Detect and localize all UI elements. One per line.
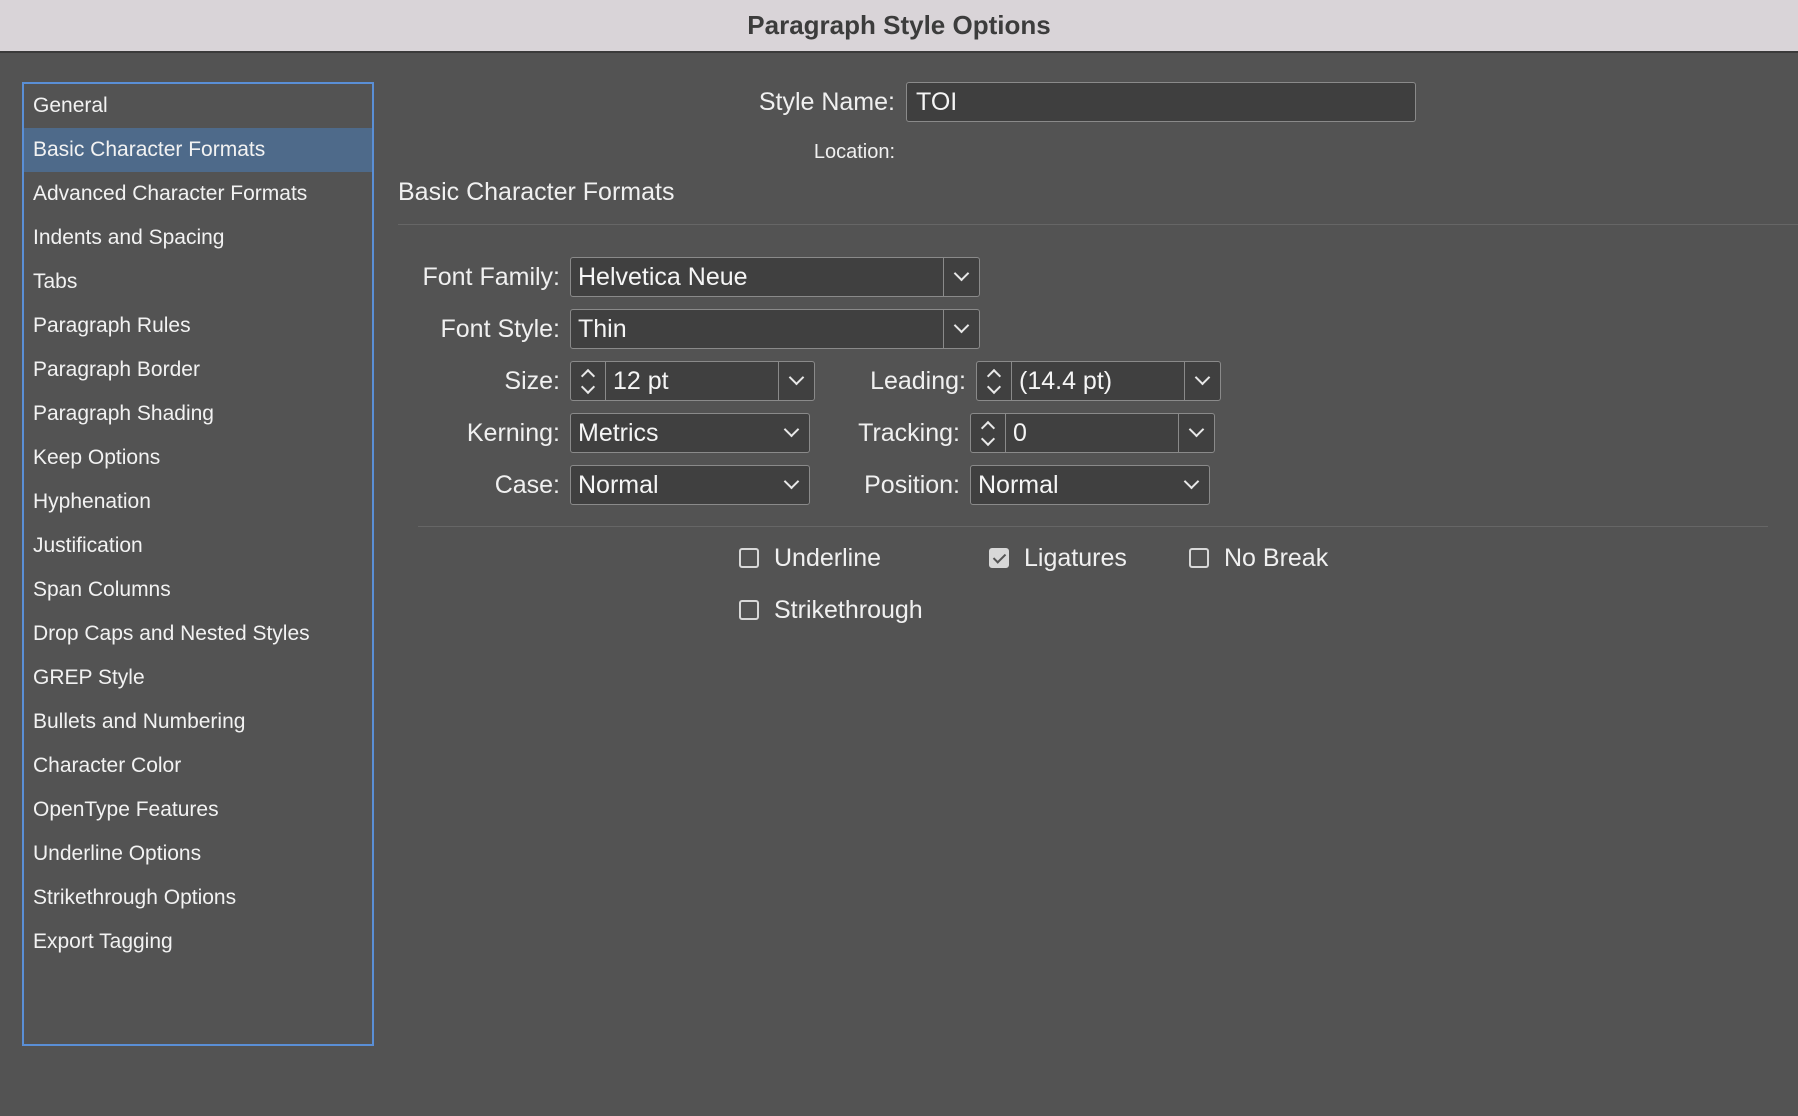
position-dropdown[interactable]: Normal [970,465,1210,505]
strikethrough-checkbox[interactable] [739,600,759,620]
size-stepper[interactable] [571,362,606,400]
category-list[interactable]: General Basic Character Formats Advanced… [22,82,374,1046]
tracking-stepper[interactable] [971,414,1006,452]
kerning-dropdown[interactable]: Metrics [570,413,810,453]
sidebar-item-drop-caps-nested-styles[interactable]: Drop Caps and Nested Styles [24,612,372,656]
sidebar-item-justification[interactable]: Justification [24,524,372,568]
chevron-down-icon [980,431,996,447]
leading-menu-button[interactable] [1184,362,1220,400]
sidebar-item-character-color[interactable]: Character Color [24,744,372,788]
chevron-down-icon [783,421,800,438]
chevron-down-icon [986,379,1002,395]
chevron-down-icon [1188,421,1205,438]
font-style-label: Font Style: [440,315,561,343]
sidebar-item-hyphenation[interactable]: Hyphenation [24,480,372,524]
window-title: Paragraph Style Options [747,10,1051,40]
font-style-value: Thin [578,315,627,343]
chevron-down-icon [1194,369,1211,386]
sidebar-item-keep-options[interactable]: Keep Options [24,436,372,480]
sidebar-item-export-tagging[interactable]: Export Tagging [24,920,372,964]
ligatures-label[interactable]: Ligatures [1024,544,1127,573]
chevron-down-icon [788,369,805,386]
no-break-label[interactable]: No Break [1224,544,1328,573]
case-label: Case: [494,471,560,499]
chevron-down-icon [783,473,800,490]
position-label: Position: [864,471,960,499]
chevron-down-icon [1183,473,1200,490]
sidebar-item-paragraph-border[interactable]: Paragraph Border [24,348,372,392]
kerning-value: Metrics [578,419,659,447]
chevron-down-icon [953,265,970,282]
font-family-value: Helvetica Neue [578,263,748,291]
strikethrough-label[interactable]: Strikethrough [774,596,923,625]
sidebar-item-span-columns[interactable]: Span Columns [24,568,372,612]
size-menu-button[interactable] [778,362,814,400]
font-style-menu-button[interactable] [943,310,979,348]
tracking-field[interactable]: 0 [970,413,1215,453]
leading-field[interactable]: (14.4 pt) [976,361,1221,401]
location-label: Location: [813,141,895,163]
sidebar-item-opentype-features[interactable]: OpenType Features [24,788,372,832]
size-label: Size: [504,367,560,395]
tracking-menu-button[interactable] [1178,414,1214,452]
style-name-input[interactable]: TOI [906,82,1416,122]
sidebar-item-advanced-character-formats[interactable]: Advanced Character Formats [24,172,372,216]
section-title: Basic Character Formats [398,178,675,206]
sidebar-item-strikethrough-options[interactable]: Strikethrough Options [24,876,372,920]
title-bar: Paragraph Style Options [0,0,1798,53]
tracking-value[interactable]: 0 [1013,414,1027,452]
case-dropdown[interactable]: Normal [570,465,810,505]
tracking-label: Tracking: [858,419,960,447]
sidebar-item-tabs[interactable]: Tabs [24,260,372,304]
chevron-down-icon [953,317,970,334]
sidebar-item-basic-character-formats[interactable]: Basic Character Formats [24,128,372,172]
font-family-menu-button[interactable] [943,258,979,296]
font-style-dropdown[interactable]: Thin [570,309,980,349]
kerning-label: Kerning: [466,419,560,447]
chevron-down-icon [580,379,596,395]
underline-label[interactable]: Underline [774,544,881,573]
underline-checkbox[interactable] [739,548,759,568]
size-value[interactable]: 12 pt [613,362,669,400]
section-divider [398,224,1798,225]
leading-stepper[interactable] [977,362,1012,400]
case-value: Normal [578,471,659,499]
font-family-label: Font Family: [422,263,560,291]
style-name-label: Style Name: [758,88,895,116]
leading-value[interactable]: (14.4 pt) [1019,362,1112,400]
options-divider [418,526,1768,527]
sidebar-item-grep-style[interactable]: GREP Style [24,656,372,700]
sidebar-item-general[interactable]: General [24,84,372,128]
sidebar-item-bullets-and-numbering[interactable]: Bullets and Numbering [24,700,372,744]
size-field[interactable]: 12 pt [570,361,815,401]
leading-label: Leading: [870,367,966,395]
sidebar-item-indents-and-spacing[interactable]: Indents and Spacing [24,216,372,260]
font-family-dropdown[interactable]: Helvetica Neue [570,257,980,297]
sidebar-item-paragraph-shading[interactable]: Paragraph Shading [24,392,372,436]
position-value: Normal [978,471,1059,499]
sidebar-item-underline-options[interactable]: Underline Options [24,832,372,876]
sidebar-item-paragraph-rules[interactable]: Paragraph Rules [24,304,372,348]
no-break-checkbox[interactable] [1189,548,1209,568]
ligatures-checkbox[interactable] [989,548,1009,568]
